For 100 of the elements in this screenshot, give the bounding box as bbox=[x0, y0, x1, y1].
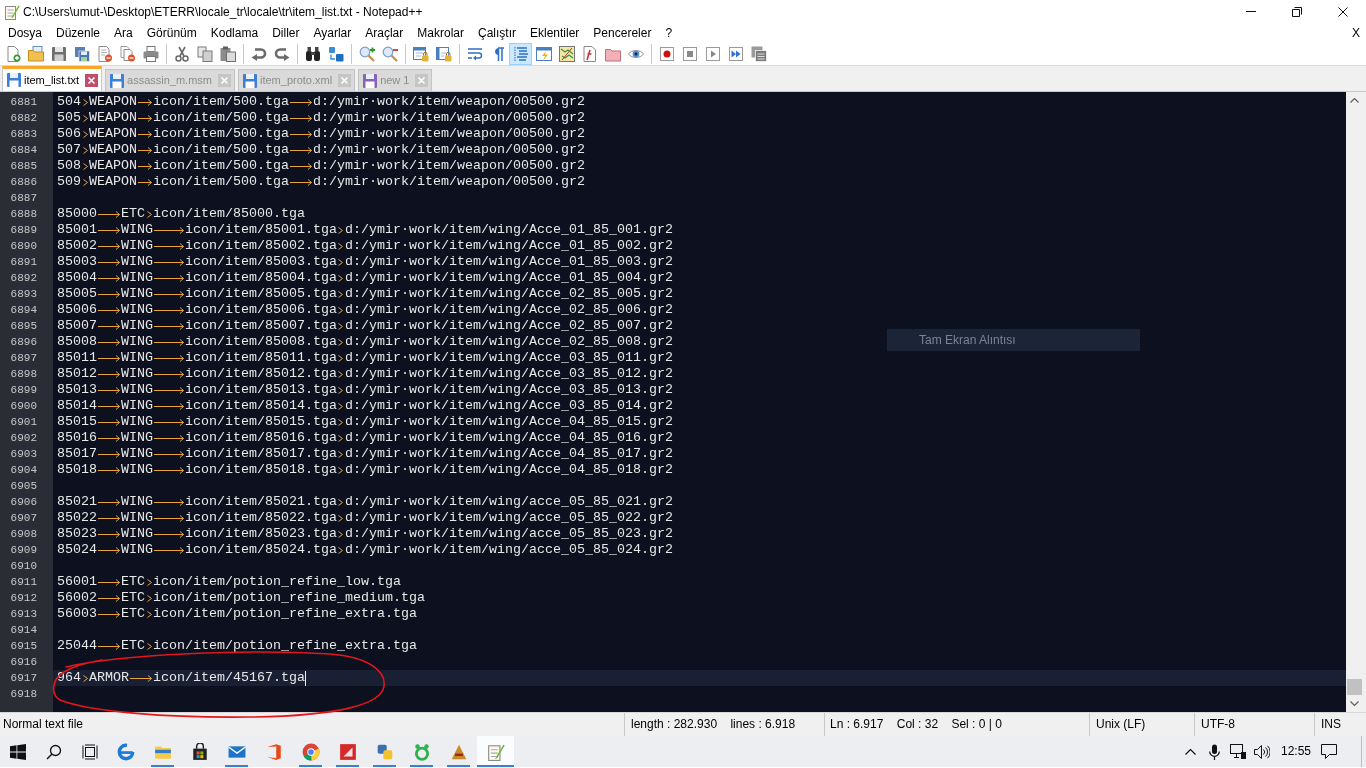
clock[interactable]: 12:55 bbox=[1281, 744, 1311, 759]
menu-item[interactable]: Dosya bbox=[1, 24, 49, 41]
tab-arrow-icon bbox=[98, 466, 120, 474]
menu-item[interactable]: Eklentiler bbox=[523, 24, 587, 41]
code-text: ETC bbox=[121, 206, 145, 222]
code-text: 964 bbox=[57, 670, 81, 686]
tab-arrow-icon bbox=[138, 146, 152, 154]
menu-item[interactable]: Ayarlar bbox=[306, 24, 359, 41]
printer-icon bbox=[142, 45, 159, 62]
code-text: WING bbox=[121, 414, 153, 430]
code-text: 85012 bbox=[57, 366, 97, 382]
close-document-button[interactable]: X bbox=[1352, 24, 1360, 41]
tab-arrow-icon bbox=[154, 322, 184, 330]
code-text: d:/ymir·work/item/wing/Acce_04_85_016.gr2 bbox=[344, 430, 673, 446]
window-lock-icon bbox=[435, 45, 452, 62]
tab-arrow-icon bbox=[154, 466, 184, 474]
code-text: icon/item/85006.tga bbox=[185, 302, 337, 318]
word-wrap-icon bbox=[466, 45, 483, 62]
volume-icon[interactable] bbox=[1254, 744, 1270, 759]
code-text: 85005 bbox=[57, 286, 97, 302]
tab-arrow-icon bbox=[98, 338, 120, 346]
code-text: d:/ymir·work/item/wing/acce_05_85_022.gr2 bbox=[344, 510, 673, 526]
task-view-icon bbox=[81, 743, 98, 760]
line-number: 6895 bbox=[10, 319, 37, 333]
tab-arrow-icon bbox=[290, 146, 312, 154]
line-number: 6891 bbox=[10, 255, 37, 269]
code-text: icon/item/85001.tga bbox=[185, 222, 337, 238]
line-number: 6881 bbox=[10, 95, 37, 109]
tab-arrow-icon bbox=[138, 130, 152, 138]
code-text: d:/ymir·work/item/wing/acce_05_85_023.gr2 bbox=[344, 526, 673, 542]
tab-arrow-icon bbox=[98, 642, 120, 650]
code-text: icon/item/85000.tga bbox=[153, 206, 305, 222]
network-icon[interactable] bbox=[1230, 744, 1246, 759]
line-number: 6900 bbox=[10, 399, 37, 413]
tab-arrow-icon bbox=[154, 354, 184, 362]
tab-arrow-icon bbox=[98, 210, 120, 218]
code-text: d:/ymir·work/item/wing/Acce_03_85_012.gr2 bbox=[344, 366, 673, 382]
code-text: WING bbox=[121, 494, 153, 510]
document-minus-icon bbox=[96, 45, 113, 62]
menu-item[interactable]: Makrolar bbox=[410, 24, 471, 41]
code-text: d:/ymir·work/item/wing/Acce_04_85_017.gr2 bbox=[344, 446, 673, 462]
chevron-down-icon[interactable] bbox=[1350, 701, 1359, 706]
save-macro-icon bbox=[750, 45, 767, 62]
tab-arrow-icon bbox=[154, 226, 184, 234]
code-text: WING bbox=[121, 238, 153, 254]
tab-arrow-icon bbox=[290, 98, 312, 106]
code-text: 25044 bbox=[57, 638, 97, 654]
menu-item[interactable]: Araçlar bbox=[358, 24, 411, 41]
line-number: 6918 bbox=[10, 687, 37, 701]
code-text: d:/ymir·work/item/wing/Acce_02_85_006.gr2 bbox=[344, 302, 673, 318]
tab-arrow-icon bbox=[154, 338, 184, 346]
line-number: 6897 bbox=[10, 351, 37, 365]
record-icon bbox=[658, 45, 675, 62]
tab-arrow-icon bbox=[98, 274, 120, 282]
code-text: 506 bbox=[57, 126, 81, 142]
code-text: icon/item/85023.tga bbox=[185, 526, 337, 542]
vertical-scrollbar[interactable] bbox=[1346, 92, 1363, 712]
menu-item[interactable]: Pencereler bbox=[586, 24, 659, 41]
tab-arrow-icon bbox=[98, 578, 120, 586]
code-text: 85015 bbox=[57, 414, 97, 430]
code-text: 85023 bbox=[57, 526, 97, 542]
binoculars-icon bbox=[304, 45, 321, 62]
menu-item[interactable]: Kodlama bbox=[203, 24, 266, 41]
code-text: d:/ymir·work/item/weapon/00500.gr2 bbox=[313, 142, 585, 158]
tab-arrow-icon bbox=[98, 258, 120, 266]
tab[interactable]: item_list.txt bbox=[2, 66, 102, 91]
code-text: 85022 bbox=[57, 510, 97, 526]
code-text: 85007 bbox=[57, 318, 97, 334]
code-text: WING bbox=[121, 302, 153, 318]
window-lock-icon bbox=[412, 45, 429, 62]
code-text: ETC bbox=[121, 574, 145, 590]
line-number: 6886 bbox=[10, 175, 37, 189]
code-text: icon/item/85002.tga bbox=[185, 238, 337, 254]
menu-item[interactable]: Çalıştır bbox=[471, 24, 523, 41]
microphone-icon[interactable] bbox=[1208, 743, 1220, 760]
stop-icon bbox=[681, 45, 698, 62]
notification-icon[interactable] bbox=[1321, 744, 1337, 759]
menu-item[interactable]: Ara bbox=[107, 24, 140, 41]
code-text: 508 bbox=[57, 158, 81, 174]
menu-item[interactable]: ? bbox=[658, 24, 680, 41]
code-text: icon/item/85013.tga bbox=[185, 382, 337, 398]
tab-arrow-icon bbox=[98, 354, 120, 362]
code-text: WEAPON bbox=[89, 126, 137, 142]
menu-item[interactable]: Görünüm bbox=[139, 24, 204, 41]
line-number: 6898 bbox=[10, 367, 37, 381]
scrollbar-thumb[interactable] bbox=[1347, 679, 1362, 695]
zoom-in-icon bbox=[358, 45, 375, 62]
window-title: C:\Users\umut-\Desktop\ETERR\locale_tr\locale\tr\item_list.txt - Notepad++ bbox=[23, 3, 423, 20]
code-text: d:/ymir·work/item/wing/Acce_01_85_001.gr2 bbox=[344, 222, 673, 238]
line-number: 6889 bbox=[10, 223, 37, 237]
line-number: 6914 bbox=[10, 623, 37, 637]
play-icon bbox=[704, 45, 721, 62]
close-icon[interactable] bbox=[85, 73, 98, 87]
menu-item[interactable]: Diller bbox=[265, 24, 307, 41]
menu-item[interactable]: Düzenle bbox=[49, 24, 108, 41]
chevron-up-icon[interactable] bbox=[1184, 748, 1196, 755]
tab-arrow-icon bbox=[98, 514, 120, 522]
code-text: WEAPON bbox=[89, 110, 137, 126]
code-text: icon/item/500.tga bbox=[153, 142, 289, 158]
code-text: d:/ymir·work/item/wing/Acce_03_85_014.gr2 bbox=[344, 398, 673, 414]
